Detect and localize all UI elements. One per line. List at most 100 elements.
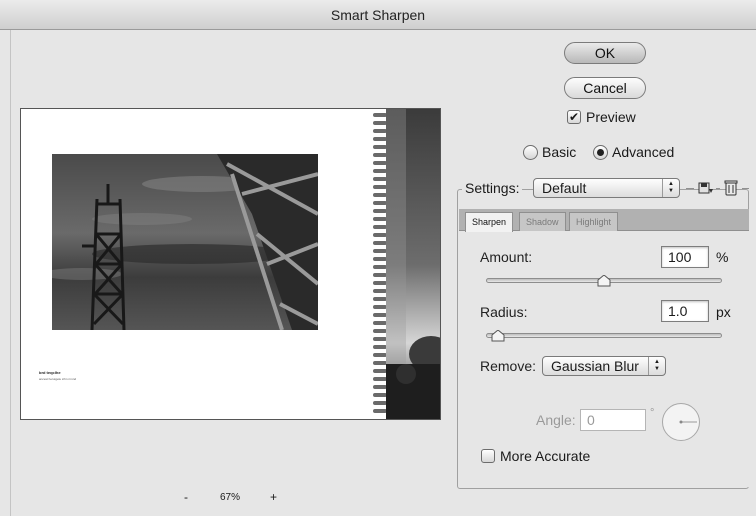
tab-highlight[interactable]: Highlight (569, 212, 619, 231)
spiral-ring (373, 193, 387, 197)
angle-label: Angle: (536, 412, 576, 428)
settings-label: Settings: (462, 178, 523, 198)
radius-slider[interactable] (486, 333, 722, 338)
spiral-ring (373, 385, 387, 389)
title-bar: Smart Sharpen (0, 0, 756, 30)
radio-advanced-circle[interactable] (593, 144, 608, 160)
cancel-button[interactable]: Cancel (564, 77, 646, 99)
angle-dial[interactable] (662, 403, 700, 441)
tab-shadow[interactable]: Shadow (519, 212, 566, 231)
radio-basic-circle[interactable] (523, 144, 538, 160)
spiral-ring (373, 337, 387, 341)
spiral-ring (373, 289, 387, 293)
spiral-ring (373, 121, 387, 125)
preview-check-box[interactable]: ✔ (567, 110, 581, 124)
preview-right-page (386, 109, 440, 419)
amount-label: Amount: (480, 249, 533, 265)
more-accurate-box[interactable] (481, 449, 495, 463)
preview-pane[interactable]: brd teqclhe ancest heruigetu ichn rnnnd (20, 108, 441, 420)
settings-select[interactable]: Default ▲ ▼ (533, 178, 680, 198)
window-title: Smart Sharpen (330, 6, 426, 23)
spiral-ring (373, 153, 387, 157)
separator (716, 188, 720, 189)
tab-sharpen-label: Sharpen (472, 217, 507, 227)
spiral-ring (373, 161, 387, 165)
spiral-ring (373, 113, 387, 117)
spiral-ring (373, 329, 387, 333)
spiral-ring (373, 369, 387, 373)
trash-icon[interactable] (723, 179, 739, 196)
remove-select[interactable]: Gaussian Blur ▲ ▼ (542, 356, 666, 376)
spiral-ring (373, 409, 387, 413)
preview-label: Preview (586, 109, 636, 125)
tab-sharpen[interactable]: Sharpen (465, 212, 514, 232)
spiral-ring (373, 297, 387, 301)
amount-unit: % (716, 249, 729, 265)
spiral-ring (373, 345, 387, 349)
preview-caption-title: brd teqclhe (39, 370, 61, 375)
save-settings-icon[interactable] (698, 180, 714, 196)
spiral-ring (373, 233, 387, 237)
ok-button[interactable]: OK (564, 42, 646, 64)
zoom-controls: - 67% + (170, 487, 300, 507)
separator (686, 188, 694, 189)
amount-slider-thumb[interactable] (597, 274, 611, 287)
separator (742, 188, 749, 189)
remove-select-value: Gaussian Blur (551, 358, 639, 374)
radius-label: Radius: (480, 304, 528, 320)
spiral-ring (373, 225, 387, 229)
spiral-ring (373, 321, 387, 325)
radio-basic-label: Basic (542, 144, 577, 160)
spiral-ring (373, 185, 387, 189)
spiral-ring (373, 361, 387, 365)
spiral-ring (373, 401, 387, 405)
radio-advanced-label: Advanced (612, 144, 675, 160)
more-accurate-checkbox[interactable]: More Accurate (481, 448, 590, 464)
spiral-ring (373, 241, 387, 245)
checkmark-icon: ✔ (568, 110, 580, 124)
angle-value: 0 (587, 412, 595, 428)
select-arrows-icon: ▲ ▼ (648, 357, 665, 375)
spiral-ring (373, 377, 387, 381)
amount-value: 100 (668, 249, 692, 265)
zoom-level: 67% (220, 491, 241, 503)
tab-shadow-label: Shadow (526, 217, 559, 227)
radius-slider-thumb[interactable] (491, 329, 505, 342)
spiral-ring (373, 201, 387, 205)
radius-value: 1.0 (668, 303, 688, 319)
spiral-ring (373, 145, 387, 149)
zoom-in-button[interactable]: + (270, 490, 277, 504)
angle-field[interactable]: 0 (580, 409, 646, 431)
preview-checkbox[interactable]: ✔ Preview (567, 109, 636, 125)
ok-button-label: OK (594, 45, 616, 61)
angle-unit: ° (650, 407, 655, 419)
spiral-ring (373, 281, 387, 285)
spiral-ring (373, 273, 387, 277)
spiral-ring (373, 209, 387, 213)
amount-field[interactable]: 100 (661, 246, 709, 268)
radius-field[interactable]: 1.0 (661, 300, 709, 322)
radius-unit: px (716, 304, 731, 320)
spiral-ring (373, 305, 387, 309)
cancel-button-label: Cancel (583, 80, 627, 96)
zoom-out-button[interactable]: - (184, 490, 188, 504)
spiral-ring (373, 257, 387, 261)
preview-caption-text: ancest heruigetu ichn rnnnd (39, 377, 77, 381)
tab-highlight-label: Highlight (576, 217, 612, 227)
spiral-ring (373, 129, 387, 133)
spiral-ring (373, 249, 387, 253)
spiral-ring (373, 265, 387, 269)
spiral-ring (373, 313, 387, 317)
preview-photo (52, 154, 318, 330)
more-accurate-label: More Accurate (500, 448, 591, 464)
radio-selected-dot (597, 148, 604, 156)
spiral-ring (373, 177, 387, 181)
tab-strip: Sharpen Shadow Highlight (459, 209, 749, 232)
spiral-ring (373, 137, 387, 141)
select-arrows-icon: ▲ ▼ (662, 179, 679, 197)
spiral-ring (373, 393, 387, 397)
radio-advanced[interactable]: Advanced (593, 144, 674, 160)
radio-basic[interactable]: Basic (523, 144, 576, 160)
settings-select-value: Default (542, 180, 587, 196)
remove-label: Remove: (480, 358, 537, 374)
